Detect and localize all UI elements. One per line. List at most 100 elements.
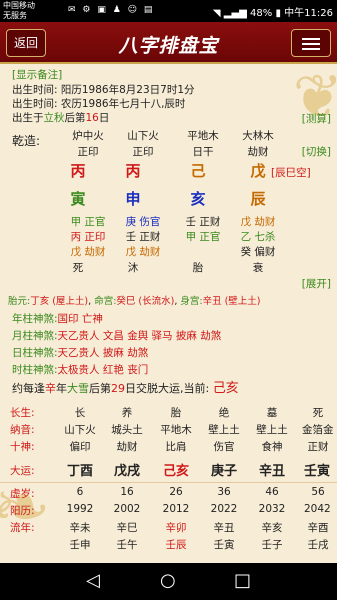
- dayun-intro-text: 日交脱大运,当前:: [125, 382, 210, 395]
- menu-icon: [302, 38, 320, 40]
- back-nav-icon[interactable]: ◁: [86, 571, 100, 591]
- earthly-branch: 申: [125, 190, 141, 208]
- dayun-age: 46: [265, 486, 279, 498]
- dayun-day: 29: [111, 382, 125, 395]
- void-branches: [辰巳空]: [271, 167, 311, 179]
- dayun-pillar[interactable]: 壬寅: [304, 460, 330, 479]
- notification-icons: ✉ ⚙ ▣ ♟ ☺ ▤: [68, 5, 155, 15]
- hidden-stem: 戊 劫财: [240, 216, 276, 228]
- calc-link[interactable]: [测算]: [302, 111, 331, 126]
- shensha-label: 月柱神煞:: [12, 330, 58, 342]
- liunian-year[interactable]: 辛亥: [262, 520, 283, 535]
- hidden-stem: 戊 劫财: [70, 246, 106, 258]
- signal-icon: ▂▄▆: [223, 8, 247, 19]
- earthly-branch: 寅: [70, 190, 86, 208]
- expand-link[interactable]: [展开]: [302, 276, 331, 291]
- dayun-changsheng: 死: [312, 407, 324, 419]
- dayun-pillar[interactable]: 庚子: [211, 460, 237, 479]
- liunian-year[interactable]: 辛巳: [117, 520, 138, 535]
- dayun-nayin: 壁上土: [208, 424, 240, 436]
- liunian-year[interactable]: 辛酉: [308, 520, 329, 535]
- dayun-nayin: 金箔金: [302, 424, 334, 436]
- dayun-current: 己亥: [212, 381, 239, 396]
- liunian-label: 流年:: [10, 522, 35, 534]
- divider: [0, 482, 337, 483]
- dayun-year: 1992: [66, 503, 94, 515]
- shensha-value: 天乙贵人 文昌 金舆 驿马 披麻 劫煞: [57, 330, 222, 342]
- heavenly-stem: 丙: [125, 162, 141, 180]
- carrier-info: 中国移动 无服务: [3, 1, 35, 21]
- menu-button[interactable]: [291, 29, 331, 57]
- dayun-changsheng: 胎: [170, 407, 182, 419]
- menu-icon-bar: [302, 43, 320, 45]
- dayun-intro-text: 年: [56, 382, 67, 395]
- dayun-age: 6: [76, 486, 84, 498]
- liunian-year[interactable]: 辛未: [70, 520, 91, 535]
- liunian-year[interactable]: 壬寅: [214, 537, 235, 552]
- dayun-intro-text: 后第: [89, 382, 111, 395]
- switch-link[interactable]: [切换]: [302, 144, 331, 159]
- dayun-pillar-current[interactable]: 己亥: [163, 460, 189, 479]
- pillar-nayin: 炉中火: [72, 130, 104, 142]
- clock: 中午11:26: [284, 8, 333, 19]
- pillar-shishen: 劫财: [247, 146, 269, 158]
- shensha-row: 日柱神煞:天乙贵人 披麻 劫煞: [12, 346, 337, 360]
- nayin-label: 纳音:: [10, 424, 35, 436]
- lunar-birth-time: 出生时间: 农历1986年七月十八,辰时: [12, 98, 186, 110]
- born-after-term: 出生于立秋后第16日: [12, 111, 337, 125]
- dayun-changsheng: 养: [121, 407, 133, 419]
- pillar-shishen: 正印: [77, 146, 99, 158]
- hidden-stem: 甲 正官: [70, 216, 106, 228]
- born-after-suffix: 后第: [64, 112, 86, 124]
- liunian-year[interactable]: 壬午: [117, 537, 138, 552]
- liunian-year[interactable]: 辛丑: [214, 520, 235, 535]
- dayun-year-gan: 辛: [45, 382, 56, 395]
- toggle-remark-link[interactable]: [显示备注]: [12, 68, 337, 82]
- pillar-nayin: 大林木: [242, 130, 274, 142]
- recents-nav-icon[interactable]: □: [234, 571, 251, 591]
- heavenly-stem: 戊: [250, 162, 266, 180]
- shensha-label: 年柱神煞:: [12, 313, 58, 325]
- dayun-age: 36: [217, 486, 231, 498]
- shensha-row: 时柱神煞:太极贵人 红艳 丧门: [12, 363, 337, 377]
- hidden-stem: 壬 正财: [125, 231, 161, 243]
- hidden-stem: 乙 七杀: [240, 231, 276, 243]
- dayun-shishen: 食神: [261, 441, 283, 453]
- main-content: ❦ ❧ [显示备注] 出生时间: 阳历1986年8月23日7时1分 出生时间: …: [0, 66, 337, 563]
- dayun-intro-text: 约每逢: [12, 382, 45, 395]
- born-after-term-name: 立秋: [43, 112, 65, 124]
- earthly-branch: 辰: [250, 190, 266, 208]
- dayun-changsheng: 墓: [266, 407, 278, 419]
- dayun-age: 56: [311, 486, 325, 498]
- dayun-year: 2022: [210, 503, 238, 515]
- dayun-pillar[interactable]: 戊戌: [114, 460, 140, 479]
- dayun-pillar[interactable]: 丁酉: [67, 460, 93, 479]
- liunian-year[interactable]: 壬申: [70, 537, 91, 552]
- born-after-day: 16: [85, 112, 99, 124]
- dayun-shishen: 伤官: [213, 441, 235, 453]
- liunian-year[interactable]: 壬辰: [166, 537, 187, 552]
- carrier-service: 无服务: [3, 11, 27, 20]
- dayun-changsheng: 长: [74, 407, 86, 419]
- dayun-nayin: 壁上土: [256, 424, 288, 436]
- hidden-stem: 丙 正印: [70, 231, 106, 243]
- liunian-year[interactable]: 壬子: [262, 537, 283, 552]
- xusui-label: 虚岁:: [10, 488, 35, 500]
- dayun-pillar[interactable]: 辛丑: [259, 460, 285, 479]
- hidden-stem: 壬 正财: [185, 216, 221, 228]
- qianzao-label: 乾造:: [12, 134, 41, 148]
- heavenly-stem: 己: [190, 162, 206, 180]
- shensha-value: 天乙贵人 披麻 劫煞: [57, 347, 149, 359]
- earthly-branch: 亥: [190, 190, 206, 208]
- liunian-year[interactable]: 辛卯: [166, 520, 187, 535]
- dayun-year: 2002: [113, 503, 141, 515]
- dayun-year: 2012: [162, 503, 190, 515]
- dayun-shishen: 偏印: [69, 441, 91, 453]
- liunian-year[interactable]: 壬戌: [308, 537, 329, 552]
- palace-row: 胎元:丁亥 (屋上土), 命宫:癸巳 (长流水), 身宫:辛丑 (壁上土): [8, 296, 261, 307]
- pillar-changsheng: 死: [72, 262, 84, 274]
- hidden-stem: 庚 伤官: [125, 216, 161, 228]
- dayun-age: 16: [120, 486, 134, 498]
- dayun-shishen: 比肩: [165, 441, 187, 453]
- home-nav-icon[interactable]: ○: [160, 571, 176, 591]
